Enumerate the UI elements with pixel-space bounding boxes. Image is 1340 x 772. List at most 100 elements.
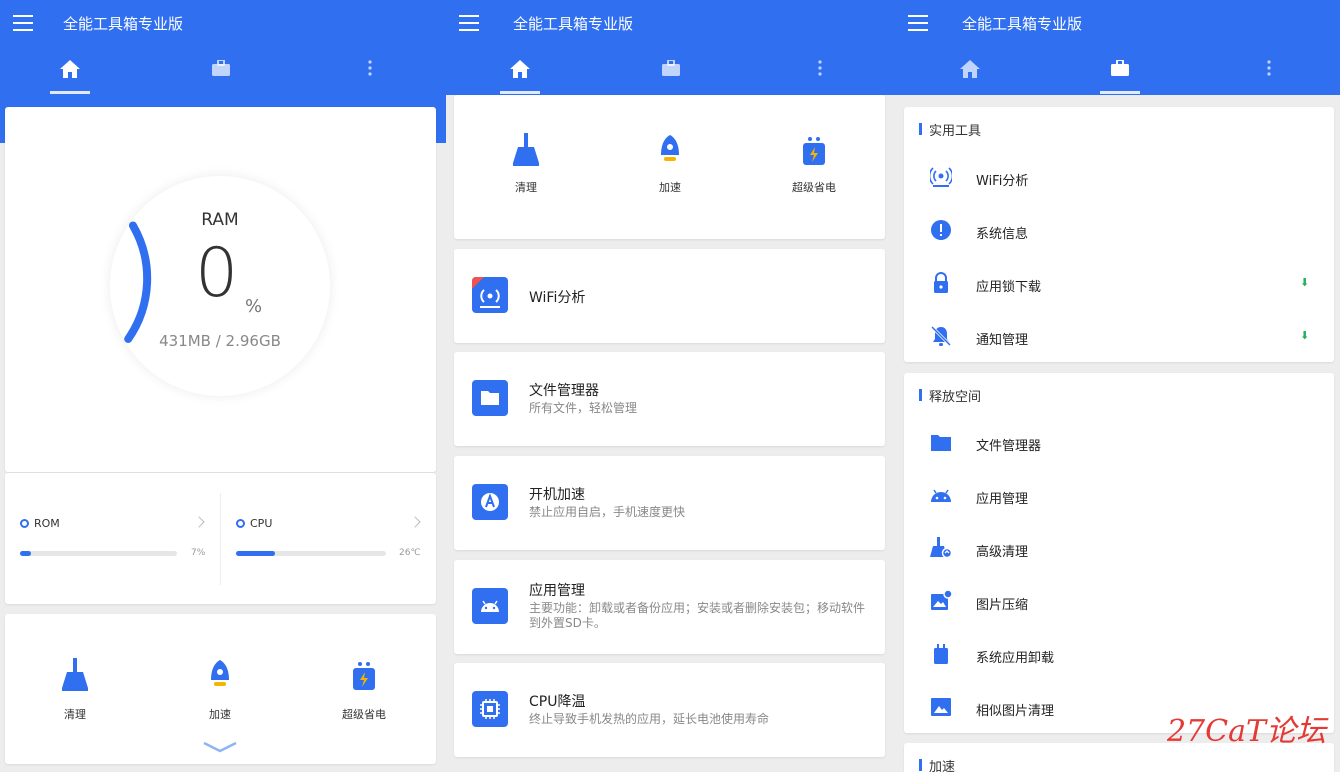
feature-card-app-manager[interactable]: 应用管理 主要功能：卸载或者备份应用；安装或者删除安装包；移动软件到外置SD卡。 (454, 560, 885, 654)
cpu-label: CPU (250, 517, 273, 530)
home-screen: 全能工具箱专业版 RAM 0 % 431MB / 2.96GB ROM 7% C… (0, 0, 446, 772)
more-vert-icon (368, 60, 372, 76)
rom-bar-fill (20, 551, 31, 556)
menu-icon[interactable] (908, 15, 928, 31)
feature-desc: 终止导致手机发热的应用，延长电池使用寿命 (529, 712, 770, 726)
section-marker (919, 389, 922, 401)
feature-title: 文件管理器 (529, 383, 599, 399)
ram-value: 0 (195, 234, 239, 313)
tool-item-file-manager[interactable]: 文件管理器 (904, 418, 1334, 468)
bell-off-icon (930, 325, 952, 347)
tab-indicator (500, 91, 540, 94)
tab-more[interactable] (1249, 60, 1289, 92)
tool-item-app-manager[interactable]: 应用管理 (904, 471, 1334, 521)
tool-label: 系统信息 (976, 227, 1029, 242)
tool-item-app-lock[interactable]: 应用锁下载 ⬇ (904, 259, 1334, 309)
tool-item-advanced-clean[interactable]: 高级清理 (904, 524, 1334, 574)
feature-desc: 主要功能：卸载或者备份应用；安装或者删除安装包；移动软件到外置SD卡。 (529, 601, 866, 630)
android-icon (931, 489, 951, 502)
feature-card-boot-boost[interactable]: 开机加速 禁止应用自启，手机速度更快 (454, 456, 885, 550)
rom-stat[interactable]: ROM 7% (5, 473, 220, 604)
app-title: 全能工具箱专业版 (63, 15, 184, 33)
tool-item-system-info[interactable]: 系统信息 (904, 206, 1334, 256)
tab-tools[interactable] (201, 60, 241, 92)
feature-title: 开机加速 (529, 487, 585, 503)
tab-home[interactable] (500, 60, 540, 92)
tool-label: 高级清理 (976, 545, 1029, 560)
tab-home[interactable] (50, 60, 90, 92)
tab-tools[interactable] (1100, 60, 1140, 92)
tool-item-image-compress[interactable]: 图片压缩 (904, 577, 1334, 627)
more-vert-icon (1267, 60, 1271, 76)
tab-home[interactable] (950, 60, 990, 92)
section-title: 实用工具 (929, 124, 982, 139)
section-utilities: 实用工具 WiFi分析 系统信息 应用锁下载 ⬇ 通知管理 ⬇ (904, 107, 1334, 362)
broom-icon (62, 658, 88, 691)
feature-card-file-manager[interactable]: 文件管理器 所有文件，轻松管理 (454, 352, 885, 446)
home-icon (510, 60, 530, 78)
feature-desc: 禁止应用自启，手机速度更快 (529, 505, 686, 519)
action-label: 清理 (515, 181, 537, 194)
section-title: 加速 (929, 760, 956, 772)
app-title: 全能工具箱专业版 (962, 15, 1083, 33)
tool-label: 系统应用卸载 (976, 651, 1055, 666)
power-save-action[interactable]: 超级省电 (784, 133, 844, 194)
ram-gauge[interactable]: RAM 0 % 431MB / 2.96GB (110, 176, 330, 396)
section-title: 释放空间 (929, 390, 982, 405)
tool-item-wifi[interactable]: WiFi分析 (904, 153, 1334, 203)
battery-android-icon (353, 662, 375, 690)
chevron-down-icon[interactable] (202, 741, 238, 753)
tool-label: 应用锁下载 (976, 280, 1042, 295)
download-icon[interactable]: ⬇ (1300, 276, 1309, 289)
quick-actions-card: 清理 加速 超级省电 (454, 95, 885, 239)
tool-label: 应用管理 (976, 492, 1029, 507)
cpu-stat[interactable]: CPU 26℃ (221, 473, 436, 604)
feature-card-cpu-cool[interactable]: CPU降温 终止导致手机发热的应用，延长电池使用寿命 (454, 663, 885, 757)
rom-bar (20, 551, 177, 556)
tab-more[interactable] (800, 60, 840, 92)
feature-desc: 所有文件，轻松管理 (529, 401, 638, 415)
tool-item-notification[interactable]: 通知管理 ⬇ (904, 312, 1334, 362)
action-label: 超级省电 (792, 181, 836, 194)
info-icon (931, 220, 951, 240)
tab-indicator (50, 91, 90, 94)
home-icon (960, 60, 980, 78)
more-vert-icon (818, 60, 822, 76)
briefcase-icon (662, 60, 680, 76)
menu-icon[interactable] (459, 15, 479, 31)
tool-label: 文件管理器 (976, 439, 1042, 454)
feature-card-wifi[interactable]: WiFi分析 (454, 249, 885, 343)
chevron-right-icon (409, 516, 421, 528)
power-save-action[interactable]: 超级省电 (334, 654, 394, 724)
tool-item-system-app-uninstall[interactable]: 系统应用卸载 (904, 630, 1334, 680)
clean-action[interactable]: 清理 (496, 133, 556, 194)
app-title: 全能工具箱专业版 (513, 15, 634, 33)
tool-label: WiFi分析 (976, 174, 1029, 189)
storage-card: ROM 7% CPU 26℃ (5, 473, 436, 604)
rocket-icon (211, 660, 229, 686)
android-icon (472, 588, 508, 624)
tool-label: 图片压缩 (976, 598, 1029, 613)
boost-action[interactable]: 加速 (640, 133, 700, 194)
ram-title: RAM (201, 210, 239, 230)
section-marker (919, 759, 922, 771)
boost-action[interactable]: 加速 (190, 654, 250, 724)
folder-icon (472, 380, 508, 416)
action-label: 清理 (64, 708, 86, 721)
briefcase-icon (1111, 60, 1129, 76)
action-label: 加速 (659, 181, 681, 194)
action-label: 加速 (209, 708, 231, 721)
tab-more[interactable] (350, 60, 390, 92)
ram-detail: 431MB / 2.96GB (159, 332, 281, 350)
tool-label: 通知管理 (976, 333, 1029, 348)
chip-icon (472, 691, 508, 727)
tab-tools[interactable] (651, 60, 691, 92)
trash-icon (934, 644, 948, 664)
image-icon (931, 698, 951, 716)
broom-icon (513, 133, 539, 166)
wifi-icon (930, 167, 952, 187)
download-icon[interactable]: ⬇ (1300, 329, 1309, 342)
clean-action[interactable]: 清理 (45, 654, 105, 724)
boot-icon (472, 484, 508, 520)
menu-icon[interactable] (13, 15, 33, 31)
